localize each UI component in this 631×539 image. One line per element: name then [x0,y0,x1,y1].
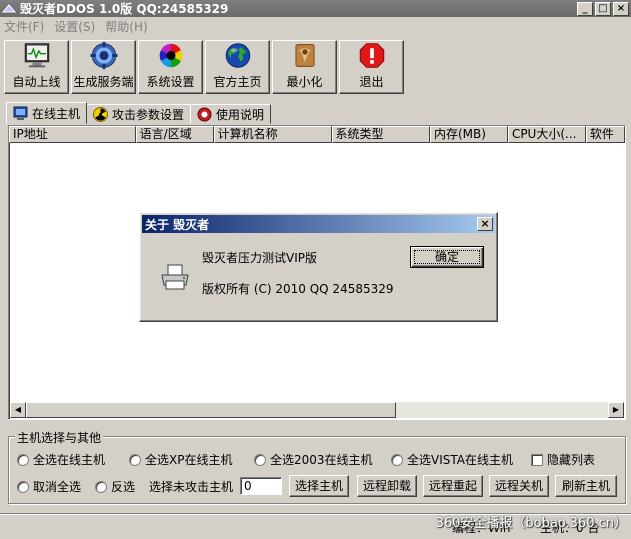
menu-settings[interactable]: 设置(S) [54,18,95,35]
monitor-icon [13,106,28,120]
help-icon [197,107,212,121]
unattacked-count-input[interactable]: 0 [240,477,282,495]
radio-icon [17,480,29,493]
minimize-button[interactable]: 最小化 [272,40,337,94]
menu-file[interactable]: 文件(F) [4,18,44,35]
column-ip[interactable]: IP地址 [9,126,136,143]
checkbox-hide-list[interactable]: 隐藏列表 [531,451,595,468]
monitor-icon [24,43,49,68]
checkbox-icon [531,453,543,466]
official-homepage-button[interactable]: 官方主页 [205,40,270,94]
minimize-icon [294,44,315,67]
select-hosts-button[interactable]: 选择主机 [289,475,349,497]
maximize-window-button[interactable]: □ [595,1,611,16]
scroll-left-icon[interactable]: ◀ [10,402,26,418]
column-memory[interactable]: 内存(MB) [429,126,508,143]
refresh-hosts-button[interactable]: 刷新主机 [555,475,617,497]
radio-icon [391,453,403,466]
radio-icon [129,453,141,466]
color-wheel-icon [159,43,182,68]
menu-bar: 文件(F) 设置(S) 帮助(H) [0,17,631,36]
exit-button[interactable]: 退出 [339,40,404,94]
remote-uninstall-button[interactable]: 远程卸载 [357,475,417,497]
radiation-icon [93,106,109,122]
radio-invert-selection[interactable]: 反选 [95,478,135,495]
column-software[interactable]: 软件 [585,126,625,143]
tab-strip: 在线主机 攻击参数设置 使用说明 [6,102,272,124]
generate-server-button[interactable]: 生成服务端 [71,40,136,94]
dialog-close-button[interactable]: × [477,217,493,231]
radio-deselect-all[interactable]: 取消全选 [17,478,81,495]
radio-select-all-xp[interactable]: 全选XP在线主机 [129,451,232,468]
focus-rect [414,250,480,264]
status-bar: 编程：Win 主机：0 台 360安全播报（bobao.360.cn） [0,513,631,539]
dialog-copyright: 版权所有 (C) 2010 QQ 24585329 [202,282,394,296]
about-dialog: 关于 毁灭者 × 毁灭者压力测试VIP版 版权所有 (C) 2010 QQ 24… [139,212,498,322]
tab-online-hosts[interactable]: 在线主机 [6,102,88,124]
tab-attack-settings[interactable]: 攻击参数设置 [86,104,192,124]
list-header: IP地址 语言/区域 计算机名称 系统类型 内存(MB) CPU大小(... 软… [9,126,625,143]
scroll-right-icon[interactable]: ▶ [608,402,624,418]
column-computer-name[interactable]: 计算机名称 [213,126,332,143]
tab-instructions[interactable]: 使用说明 [190,104,272,124]
column-cpu[interactable]: CPU大小(... [507,126,586,143]
remote-restart-button[interactable]: 远程重起 [423,475,483,497]
watermark-text: 360安全播报（bobao.360.cn） [435,516,627,531]
globe-icon [225,43,250,68]
scroll-track[interactable] [396,402,608,418]
remote-shutdown-button[interactable]: 远程关机 [489,475,549,497]
radio-select-all-online[interactable]: 全选在线主机 [17,451,105,468]
dialog-title-bar: 关于 毁灭者 × [142,215,495,233]
window-title: 毁灭者DDOS 1.0版 QQ:24585329 [20,2,229,16]
system-settings-button[interactable]: 系统设置 [138,40,203,94]
stop-icon [359,43,384,68]
printer-icon [161,264,189,290]
close-window-button[interactable]: × [613,1,629,16]
horizontal-scrollbar[interactable]: ◀ ▶ [10,402,624,418]
dialog-title: 关于 毁灭者 [145,217,210,232]
column-os-type[interactable]: 系统类型 [331,126,430,143]
radio-icon [95,480,107,493]
radio-select-all-2003[interactable]: 全选2003在线主机 [254,451,373,468]
gear-icon [89,41,118,70]
radio-icon [254,453,266,466]
host-selection-group: 主机选择与其他 全选在线主机 全选XP在线主机 全选2003在线主机 全选VIS… [8,429,626,504]
select-unattacked-label: 选择未攻击主机 [149,480,234,494]
app-icon [2,3,16,12]
title-bar: 毁灭者DDOS 1.0版 QQ:24585329 _ □ × [0,0,631,17]
group-title: 主机选择与其他 [15,429,104,446]
radio-icon [17,453,29,466]
minimize-window-button[interactable]: _ [577,1,593,16]
dialog-ok-button[interactable]: 确定 [410,246,484,268]
dialog-product-name: 毁灭者压力测试VIP版 [202,251,317,265]
menu-help[interactable]: 帮助(H) [105,18,147,35]
column-language[interactable]: 语言/区域 [135,126,214,143]
toolbar: 自动上线 生成服务端 系统设置 官方主页 最小化 退出 [4,40,404,96]
scroll-thumb[interactable] [26,402,396,418]
auto-online-button[interactable]: 自动上线 [4,40,69,94]
radio-select-all-vista[interactable]: 全选VISTA在线主机 [391,451,513,468]
